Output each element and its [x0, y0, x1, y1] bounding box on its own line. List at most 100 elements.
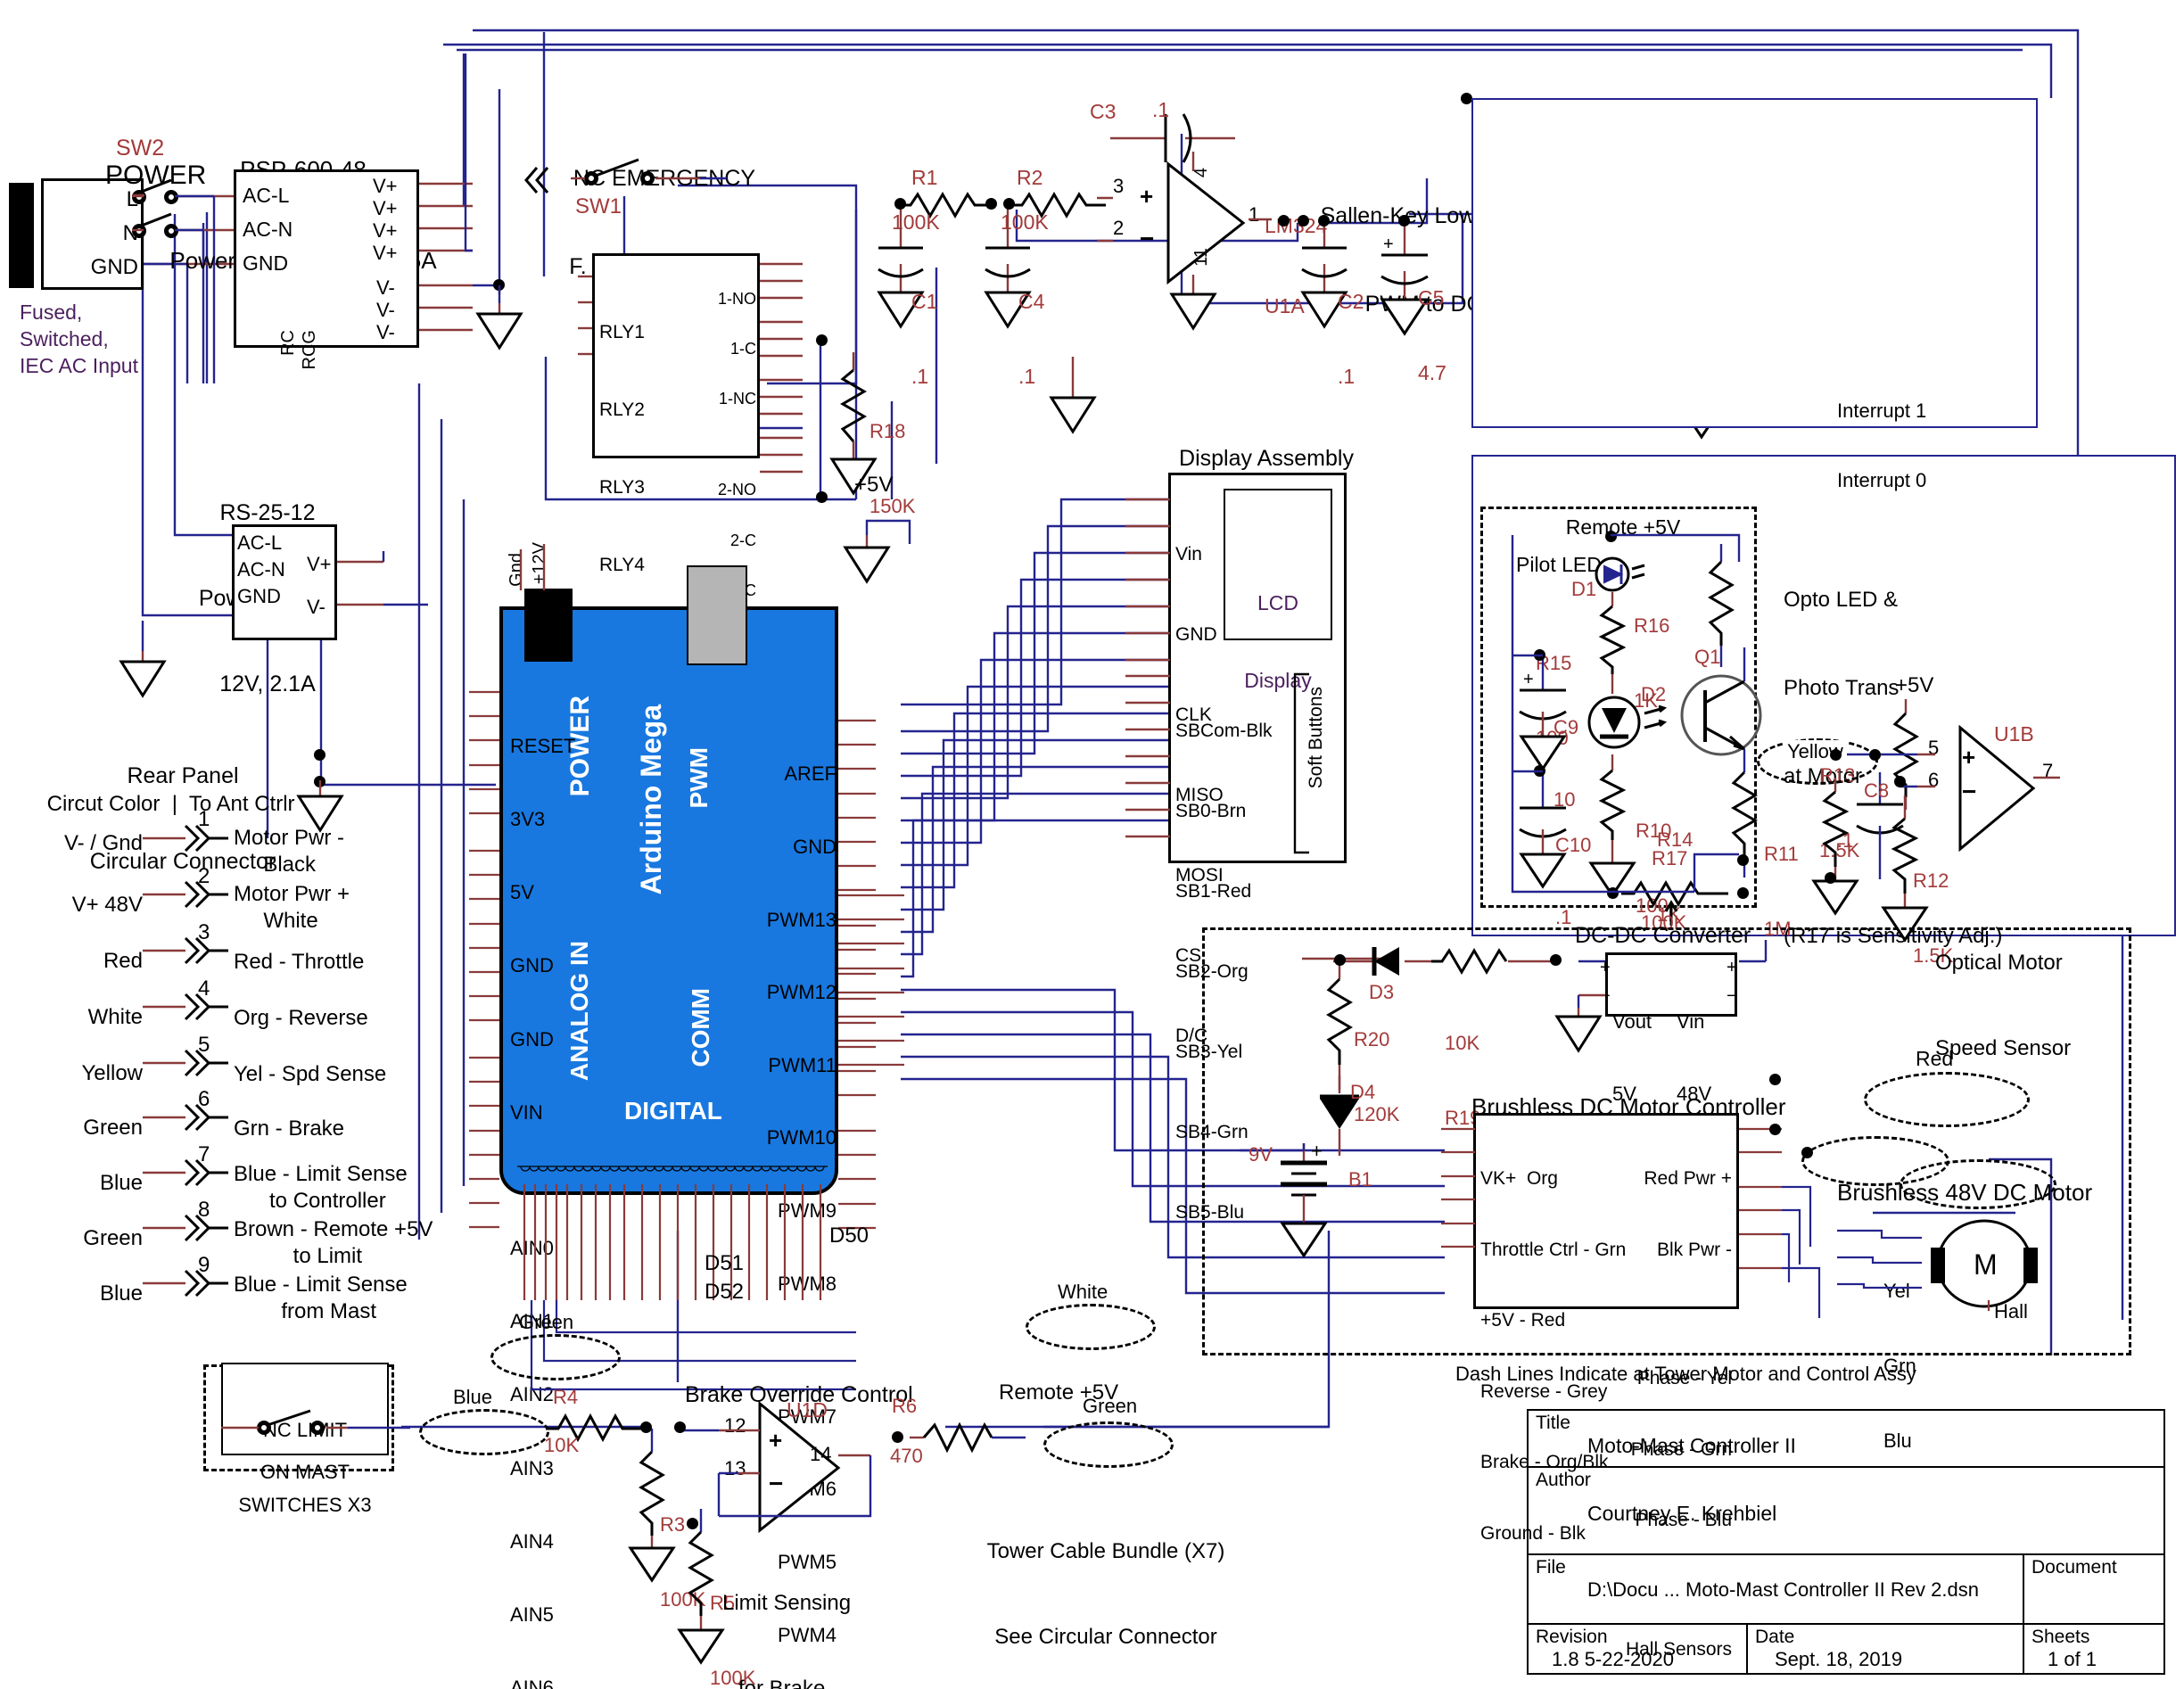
r2-ref: R2 — [1017, 166, 1043, 189]
interrupt1-label: Interrupt 1 — [1837, 400, 1927, 422]
psu48-pin-acn: AC-N — [243, 218, 293, 241]
c5-val: 4.7 — [1418, 361, 1446, 384]
junction-yellow-a — [1830, 749, 1842, 761]
tower-bundle-line2: See Circular Connector — [994, 1625, 1217, 1649]
r4-val: 10K — [544, 1434, 580, 1456]
display-title: Display Assembly — [1179, 446, 1354, 471]
mega-pin-ain6: AIN6 — [510, 1677, 554, 1689]
r18-val: 150K — [869, 495, 916, 517]
psu48-pin-gnd: GND — [243, 251, 289, 275]
blue-wire-label: Blue — [453, 1386, 493, 1408]
interrupt0-label: Interrupt 0 — [1837, 469, 1927, 491]
file-row: File D:\Docu ... Moto-Mast Controller II… — [1527, 1553, 2024, 1625]
mega-pin-ain3: AIN3 — [510, 1456, 554, 1479]
date-cell: Date Sept. 18, 2019 — [1746, 1623, 2024, 1675]
c1-ref: C1 — [911, 290, 938, 313]
title-block: Title Moto-Mast Controller II Author Cou… — [1527, 1409, 2165, 1675]
cutoff-connector-icon — [524, 167, 549, 194]
r4-ref: R4 — [553, 1386, 579, 1408]
junction-u1d-in — [674, 1421, 686, 1433]
sheets-value: 1 of 1 — [2048, 1648, 2097, 1670]
relay-pin-2no: 2-NO — [717, 481, 756, 499]
u1d-ref: U1D — [787, 1398, 828, 1421]
mega-comm-leads — [838, 894, 904, 1067]
r18-ref: R18 — [869, 420, 906, 442]
psu12-pin-acl: AC-L — [237, 531, 283, 554]
c5-ref: C5 — [1418, 286, 1445, 309]
c5-label: C5 4.7 — [1418, 235, 1446, 435]
display-pin-vin: Vin — [1175, 544, 1202, 564]
r6-ref: R6 — [892, 1395, 918, 1417]
relay-pin-2c: 2-C — [729, 531, 756, 549]
sheets-label: Sheets — [2032, 1627, 2090, 1647]
document-cell: Document — [2023, 1553, 2165, 1625]
junction-yellow-b — [1869, 749, 1881, 761]
opto-note-line2: Photo Trans — [1784, 676, 1900, 700]
author-row: Author Courtney E. Krehbiel — [1527, 1466, 2165, 1555]
tower-assembly-boundary — [1202, 927, 2131, 1355]
junction-r11-bottom — [1825, 872, 1836, 884]
junction-fb — [1298, 215, 1309, 227]
white-wire-label: White — [1058, 1281, 1108, 1303]
psu48-pin-rcg: RCG — [300, 330, 319, 370]
c2-ref: C2 — [1338, 290, 1364, 313]
r11-ref: R11 — [1764, 843, 1799, 865]
r12-ref: R12 — [1913, 869, 1949, 892]
c4-label: C4 .1 — [1018, 239, 1044, 439]
psu12-pin-gnd: GND — [237, 585, 281, 607]
date-value: Sept. 18, 2019 — [1775, 1648, 1903, 1670]
green-wire-ellipse-2 — [1043, 1421, 1174, 1468]
junction-5v-b — [816, 491, 828, 503]
psu12-title-line1: RS-25-12 — [219, 500, 316, 525]
opto-note-line1: Opto LED & — [1784, 588, 1899, 612]
white-wire-ellipse — [1026, 1304, 1156, 1350]
display-pin-sb0: SB0-Brn — [1175, 801, 1247, 821]
junction-c2 — [1318, 215, 1330, 227]
display-pin-gnd: GND — [1175, 624, 1217, 645]
junction-r12-top — [1894, 776, 1906, 787]
psu48-pin-rc: RC — [278, 330, 298, 356]
file-label: File — [1536, 1557, 1566, 1578]
revision-value: 1.8 5-22-2020 — [1552, 1648, 1674, 1670]
schematic-sheet: L N GND Fused, Switched, IEC AC Input SW… — [0, 0, 2184, 1689]
title-row: Title Moto-Mast Controller II — [1527, 1409, 2165, 1468]
limit-switch-wires — [221, 1426, 410, 1429]
junction-5v-a — [816, 334, 828, 346]
brake-note-line1: Limit Sensing — [722, 1591, 852, 1615]
psu12-pin-vminus: V- — [307, 596, 326, 618]
display-gnd — [1049, 357, 1097, 434]
r1-ref: R1 — [911, 166, 938, 189]
display-pin-sbcom: SBCom-Blk — [1175, 721, 1273, 741]
mega-pin-leads — [469, 690, 876, 1230]
junction-c4 — [1003, 198, 1015, 210]
c3-val: .1 — [1152, 98, 1170, 121]
psu12-pin-acn: AC-N — [237, 558, 285, 581]
psu48-vplus-1: V+ — [373, 175, 398, 197]
softbuttons-brace — [1293, 672, 1309, 854]
author-value: Courtney E. Krehbiel — [1587, 1502, 1777, 1525]
green-wire-ellipse-1 — [490, 1334, 621, 1380]
dash-note: Dash Lines Indicate at Tower Motor and C… — [1455, 1363, 1916, 1385]
junction-c5 — [1398, 215, 1410, 227]
psu12-pin-vplus: V+ — [307, 553, 332, 575]
mega-aref-gnd — [843, 519, 911, 584]
sheets-cell: Sheets 1 of 1 — [2023, 1623, 2165, 1675]
d51-label: D51 — [705, 1251, 745, 1275]
green-wire-label-2: Green — [1083, 1395, 1138, 1417]
c1-label: C1 .1 — [911, 239, 937, 439]
mega-pin-ain5: AIN5 — [510, 1603, 554, 1627]
brake-note: Limit Sensing for Brake — [722, 1532, 851, 1689]
c4-val: .1 — [1018, 365, 1036, 388]
d50-label: D50 — [829, 1223, 869, 1248]
author-label: Author — [1536, 1470, 1591, 1490]
revision-label: Revision — [1536, 1627, 1608, 1647]
opto-wires — [1511, 533, 1741, 894]
junction-u1d-out — [892, 1431, 903, 1443]
tower-bundle-line1: Tower Cable Bundle (X7) — [986, 1539, 1225, 1563]
file-value: D:\Docu ... Moto-Mast Controller II Rev … — [1587, 1578, 1979, 1601]
r6-symbol — [910, 1421, 1026, 1454]
title-value: Moto-Mast Controller II — [1587, 1434, 1796, 1457]
limit-switch-caption: ON MAST — [260, 1461, 350, 1483]
relay-pin-rly4: RLY4 — [599, 555, 645, 575]
interrupt1-boundary — [1471, 98, 2038, 428]
